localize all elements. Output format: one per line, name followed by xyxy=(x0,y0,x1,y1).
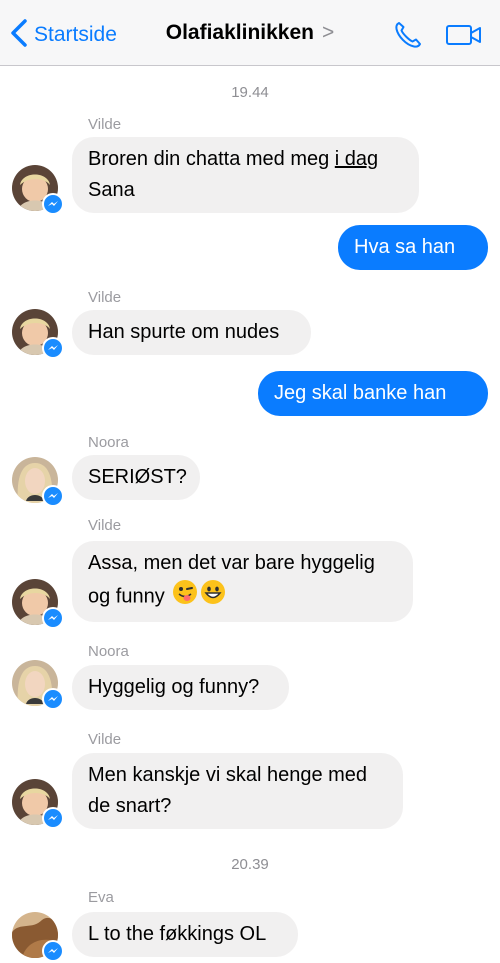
sender-name: Vilde xyxy=(88,517,122,534)
avatar-vilde[interactable] xyxy=(12,309,64,359)
phone-icon xyxy=(393,22,423,54)
messenger-badge-icon xyxy=(42,807,64,829)
sender-name: Vilde xyxy=(88,289,122,306)
conversation-title: Olafiaklinikken xyxy=(165,21,314,44)
message-text: og funny xyxy=(88,585,165,608)
message-text: Broren din chatta med meg xyxy=(88,148,335,170)
sender-name: Noora xyxy=(88,643,129,660)
message-line: Broren din chatta med meg i dag xyxy=(88,144,403,175)
avatar-noora[interactable] xyxy=(12,457,64,507)
messenger-badge-icon xyxy=(42,607,64,629)
winking-tongue-emoji xyxy=(172,579,198,615)
message-bubble-incoming[interactable]: Men kanskje vi skal henge med de snart? xyxy=(72,753,403,829)
message-bubble-incoming[interactable]: L to the føkkings OL xyxy=(72,912,298,957)
messenger-badge-icon xyxy=(42,485,64,507)
message-link[interactable]: i dag xyxy=(335,148,378,170)
avatar-vilde[interactable] xyxy=(12,779,64,829)
message-line: Assa, men det var bare hyggelig xyxy=(88,552,375,574)
message-bubble-incoming[interactable]: Assa, men det var bare hyggelig og funny xyxy=(72,541,413,622)
message-bubble-incoming[interactable]: SERIØST? xyxy=(72,455,200,500)
message-line: Sana xyxy=(88,179,135,201)
messenger-badge-icon xyxy=(42,193,64,215)
messenger-badge-icon xyxy=(42,688,64,710)
chevron-right-icon: > xyxy=(321,21,335,44)
message-bubble-outgoing[interactable]: Jeg skal banke han xyxy=(258,371,488,416)
message-line: Men kanskje vi skal henge med xyxy=(88,764,368,786)
sender-name: Eva xyxy=(88,889,114,906)
video-call-button[interactable] xyxy=(445,22,483,53)
message-bubble-outgoing[interactable]: Hva sa han xyxy=(338,225,488,270)
conversation-title-button[interactable]: Olafiaklinikken > xyxy=(0,21,500,45)
message-line: og funny xyxy=(88,579,397,615)
timestamp: 20.39 xyxy=(231,856,269,873)
nav-bar: Startside Olafiaklinikken > xyxy=(0,0,500,66)
phone-call-button[interactable] xyxy=(393,20,423,55)
timestamp: 19.44 xyxy=(231,84,269,101)
avatar-noora[interactable] xyxy=(12,660,64,710)
grinning-emoji xyxy=(200,579,226,615)
messenger-badge-icon xyxy=(42,337,64,359)
avatar-vilde[interactable] xyxy=(12,165,64,215)
video-camera-icon xyxy=(445,25,483,52)
message-bubble-incoming[interactable]: Hyggelig og funny? xyxy=(72,665,289,710)
messenger-badge-icon xyxy=(42,940,64,962)
avatar-vilde[interactable] xyxy=(12,579,64,629)
sender-name: Noora xyxy=(88,434,129,451)
message-line: de snart? xyxy=(88,795,172,817)
message-bubble-incoming[interactable]: Han spurte om nudes xyxy=(72,310,311,355)
sender-name: Vilde xyxy=(88,116,122,133)
avatar-eva[interactable] xyxy=(12,912,64,962)
sender-name: Vilde xyxy=(88,731,122,748)
message-bubble-incoming[interactable]: Broren din chatta med meg i dag Sana xyxy=(72,137,419,213)
